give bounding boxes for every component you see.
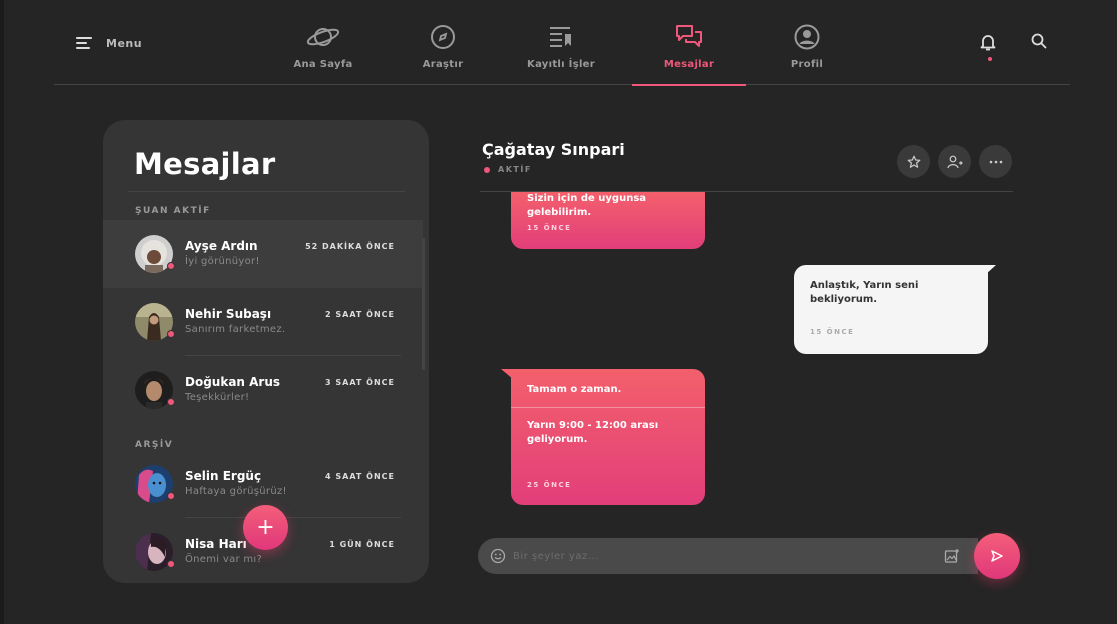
online-dot [167, 330, 175, 338]
message-text-2: Yarın 9:00 - 12:00 arası geliyorum. [527, 420, 659, 445]
conversation-item[interactable]: Ayşe Ardın İyi görünüyor! 52 DAKİKA ÖNCE [103, 220, 423, 288]
online-dot [167, 398, 175, 406]
message-time: 15 ÖNCE [810, 328, 855, 336]
notification-dot [988, 57, 992, 61]
message-snippet: Sanırım farketmez. [185, 324, 286, 335]
emoji-icon[interactable] [490, 548, 506, 568]
window-edge [0, 0, 4, 624]
top-navigation: Menu Ana Sayfa Araştır Kayıtlı İşler Mes… [54, 0, 1070, 86]
online-dot [167, 492, 175, 500]
send-button[interactable] [974, 533, 1020, 579]
bookmarks-icon [504, 22, 618, 52]
add-image-icon[interactable] [944, 548, 960, 568]
contact-name: Nehir Subaşı [185, 307, 272, 321]
incoming-message: Sizin için de uygunsa gelebilirim. 15 ÖN… [511, 192, 705, 249]
online-dot [167, 560, 175, 568]
outgoing-message: Anlaştık, Yarın seni bekliyorum. 15 ÖNCE [794, 265, 988, 354]
conversation-item[interactable]: Nehir Subaşı Sanırım farketmez. 2 SAAT Ö… [103, 288, 423, 356]
online-dot [167, 262, 175, 270]
nav-ana-sayfa[interactable]: Ana Sayfa [266, 22, 380, 85]
more-options-button[interactable] [979, 145, 1012, 178]
conversation-item[interactable]: Doğukan Arus Teşekkürler! 3 SAAT ÖNCE [103, 356, 423, 424]
bubble-tail [985, 265, 996, 275]
planet-icon [266, 22, 380, 52]
archive-section-label: ARŞİV [135, 440, 174, 450]
nav-mesajlar[interactable]: Mesajlar [632, 22, 746, 86]
nav-label: Mesajlar [663, 59, 715, 70]
active-section-label: ŞUAN AKTİF [135, 206, 211, 216]
status-text: AKTİF [498, 165, 532, 174]
chat-status: AKTİF [484, 165, 532, 174]
message-text: Sizin için de uygunsa gelebilirim. [527, 193, 647, 218]
bell-icon[interactable] [978, 32, 998, 56]
send-icon [991, 550, 1003, 562]
nav-label: Profil [790, 59, 824, 70]
contact-name: Doğukan Arus [185, 375, 281, 389]
message-text: Tamam o zaman. [527, 384, 622, 395]
message-time: 15 ÖNCE [527, 224, 572, 232]
message-time: 25 ÖNCE [527, 481, 572, 489]
nav-profil[interactable]: Profil [750, 22, 864, 85]
message-time: 52 DAKİKA ÖNCE [305, 242, 395, 251]
chat-contact-name: Çağatay Sınpari [482, 140, 625, 159]
incoming-message: Tamam o zaman. Yarın 9:00 - 12:00 arası … [511, 369, 705, 505]
conversations-panel: Mesajlar ŞUAN AKTİF Ayşe Ardın İyi görün… [103, 120, 429, 583]
user-circle-icon [750, 22, 864, 52]
nav-label: Ana Sayfa [293, 59, 353, 70]
new-message-button[interactable]: + [243, 505, 288, 550]
menu-button[interactable]: Menu [76, 34, 142, 52]
message-snippet: Teşekkürler! [185, 392, 250, 403]
contact-name: Ayşe Ardın [185, 239, 258, 253]
message-time: 2 SAAT ÖNCE [325, 310, 395, 319]
message-snippet: Önemi var mı? [185, 554, 263, 565]
contact-name: Selin Ergüç [185, 469, 262, 483]
nav-label: Araştır [422, 59, 464, 70]
message-time: 1 GÜN ÖNCE [329, 540, 395, 549]
divider [128, 191, 405, 192]
more-icon [989, 160, 1002, 163]
search-icon[interactable] [1030, 32, 1048, 54]
message-input[interactable] [513, 546, 923, 566]
favorite-button[interactable] [897, 145, 930, 178]
compass-icon [386, 22, 500, 52]
message-time: 4 SAAT ÖNCE [325, 472, 395, 481]
hamburger-icon [76, 34, 92, 52]
message-text: Anlaştık, Yarın seni bekliyorum. [810, 280, 919, 305]
chat-bubbles-icon [632, 22, 746, 52]
nav-label: Kayıtlı İşler [527, 59, 595, 70]
status-dot [484, 166, 490, 173]
message-snippet: İyi görünüyor! [185, 256, 260, 267]
add-user-icon [946, 155, 963, 168]
nav-arastir[interactable]: Araştır [386, 22, 500, 85]
message-snippet: Haftaya görüşürüz! [185, 486, 287, 497]
menu-label: Menu [106, 36, 143, 50]
message-composer [478, 538, 978, 574]
nav-kayitli-isler[interactable]: Kayıtlı İşler [504, 22, 618, 85]
message-time: 3 SAAT ÖNCE [325, 378, 395, 387]
divider [511, 407, 705, 408]
scrollbar[interactable] [422, 238, 425, 370]
star-icon [907, 155, 920, 168]
panel-title: Mesajlar [134, 147, 276, 181]
contact-name: Nisa Harı [185, 537, 247, 551]
add-user-button[interactable] [938, 145, 971, 178]
